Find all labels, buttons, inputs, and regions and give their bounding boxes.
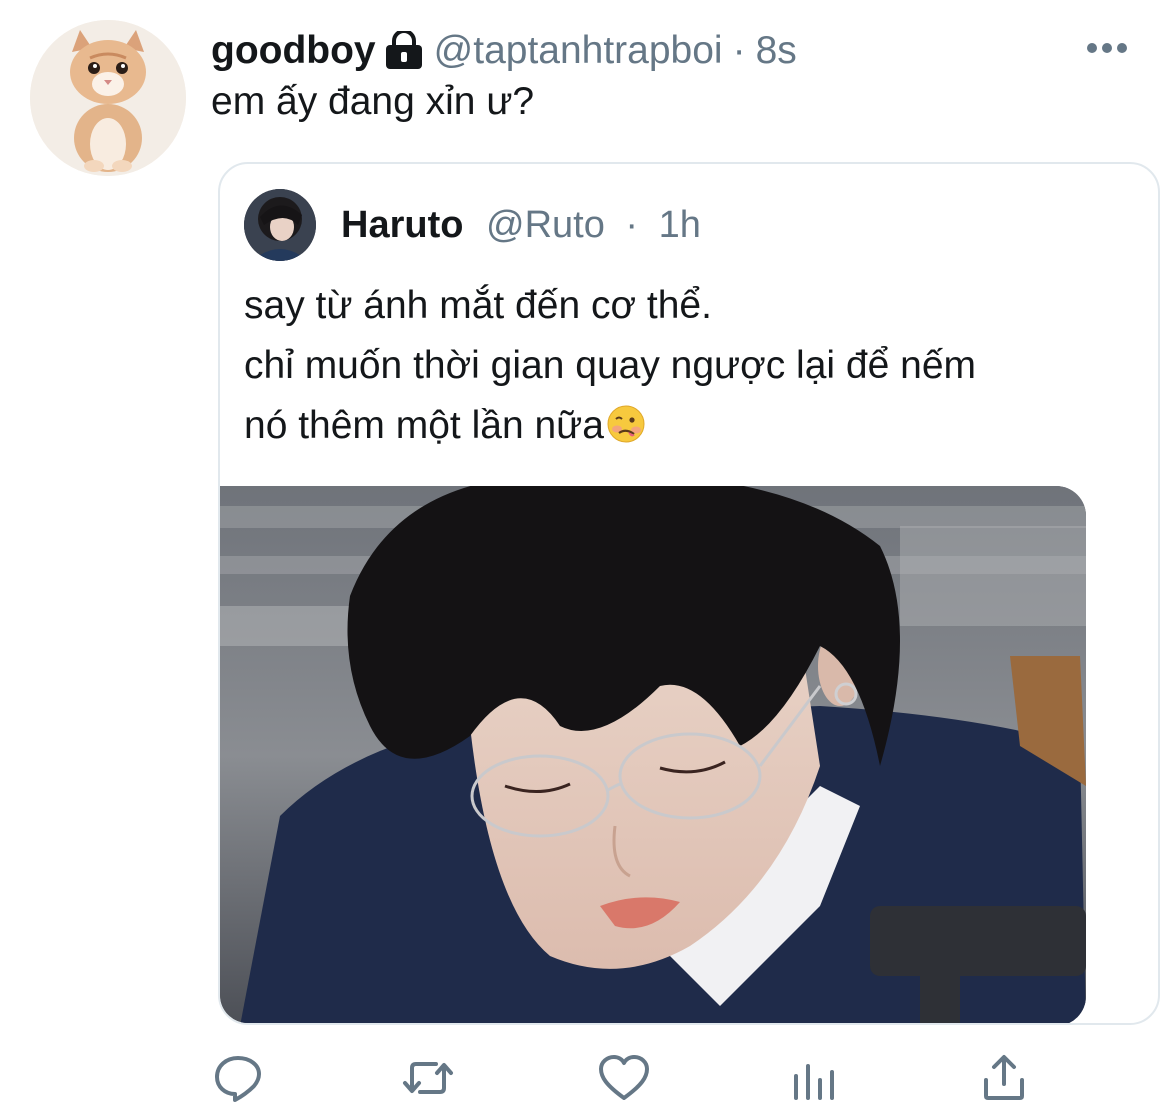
more-horizontal-icon[interactable]	[1086, 38, 1128, 58]
author-handle[interactable]: @taptanhtrapboi	[434, 28, 723, 74]
quoted-header-separator: ·	[625, 204, 639, 246]
retweet-icon	[403, 1062, 453, 1094]
like-button[interactable]	[596, 1050, 652, 1106]
author-avatar[interactable]	[30, 20, 186, 176]
share-icon	[984, 1055, 1024, 1100]
reply-icon	[215, 1056, 261, 1102]
quoted-author-avatar[interactable]	[244, 189, 316, 261]
portrait-photo-icon	[220, 486, 1086, 1023]
analytics-button[interactable]	[786, 1050, 842, 1106]
tweet-timestamp[interactable]: 8s	[756, 28, 797, 74]
reply-button[interactable]	[210, 1050, 266, 1106]
kitten-avatar-icon	[30, 20, 186, 176]
quoted-text-line: say từ ánh mắt đến cơ thể.	[244, 284, 712, 327]
author-display-name[interactable]: goodboy	[211, 28, 376, 74]
quoted-tweet-card[interactable]: Haruto @Ruto · 1h say từ ánh mắt đến cơ …	[218, 162, 1160, 1025]
quoted-tweet-timestamp[interactable]: 1h	[659, 204, 701, 246]
quoted-text-line-with-emoji: nó thêm một lần nữa	[244, 396, 1124, 456]
share-button[interactable]	[976, 1050, 1032, 1106]
retweet-button[interactable]	[400, 1050, 456, 1106]
quoted-tweet-text: say từ ánh mắt đến cơ thể. chỉ muốn thời…	[244, 276, 1124, 456]
like-icon	[599, 1055, 649, 1100]
quoted-text-line: nó thêm một lần nữa	[244, 404, 604, 447]
quoted-tweet-photo[interactable]	[220, 486, 1086, 1023]
quoted-tweet-header: Haruto @Ruto · 1h	[341, 202, 701, 248]
tweet-text: em ấy đang xỉn ư?	[211, 80, 535, 123]
lock-icon	[384, 31, 424, 71]
header-separator: ·	[732, 29, 746, 72]
analytics-icon	[794, 1064, 834, 1100]
tweet-header: goodboy @taptanhtrapboi · 8s	[211, 28, 797, 74]
profile-photo-icon	[244, 189, 316, 261]
quoted-text-line: chỉ muốn thời gian quay ngược lại để nếm	[244, 344, 976, 387]
quoted-author-handle[interactable]: @Ruto	[486, 204, 605, 246]
quoted-author-name[interactable]: Haruto	[341, 204, 463, 246]
tweet-actions-bar	[0, 1050, 1170, 1110]
woozy-face-emoji-icon	[606, 404, 646, 444]
